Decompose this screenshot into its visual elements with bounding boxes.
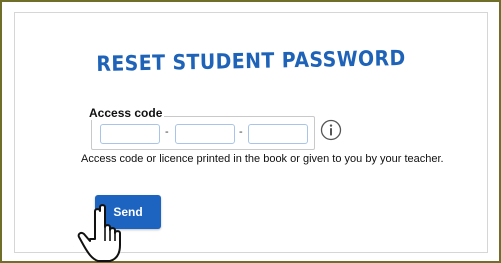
access-code-part-2[interactable] xyxy=(175,124,235,144)
access-code-group: - - xyxy=(91,116,315,150)
page-title: RESET STUDENT PASSWORD xyxy=(96,46,406,76)
access-code-help-text: Access code or licence printed in the bo… xyxy=(81,153,444,165)
access-code-label: Access code xyxy=(87,106,165,120)
hand-pointer-icon xyxy=(77,204,121,262)
info-circle-icon[interactable] xyxy=(320,119,342,141)
separator-dash: - xyxy=(165,126,169,138)
access-code-part-3[interactable] xyxy=(248,124,308,144)
access-code-part-1[interactable] xyxy=(100,124,160,144)
separator-dash: - xyxy=(239,126,243,138)
